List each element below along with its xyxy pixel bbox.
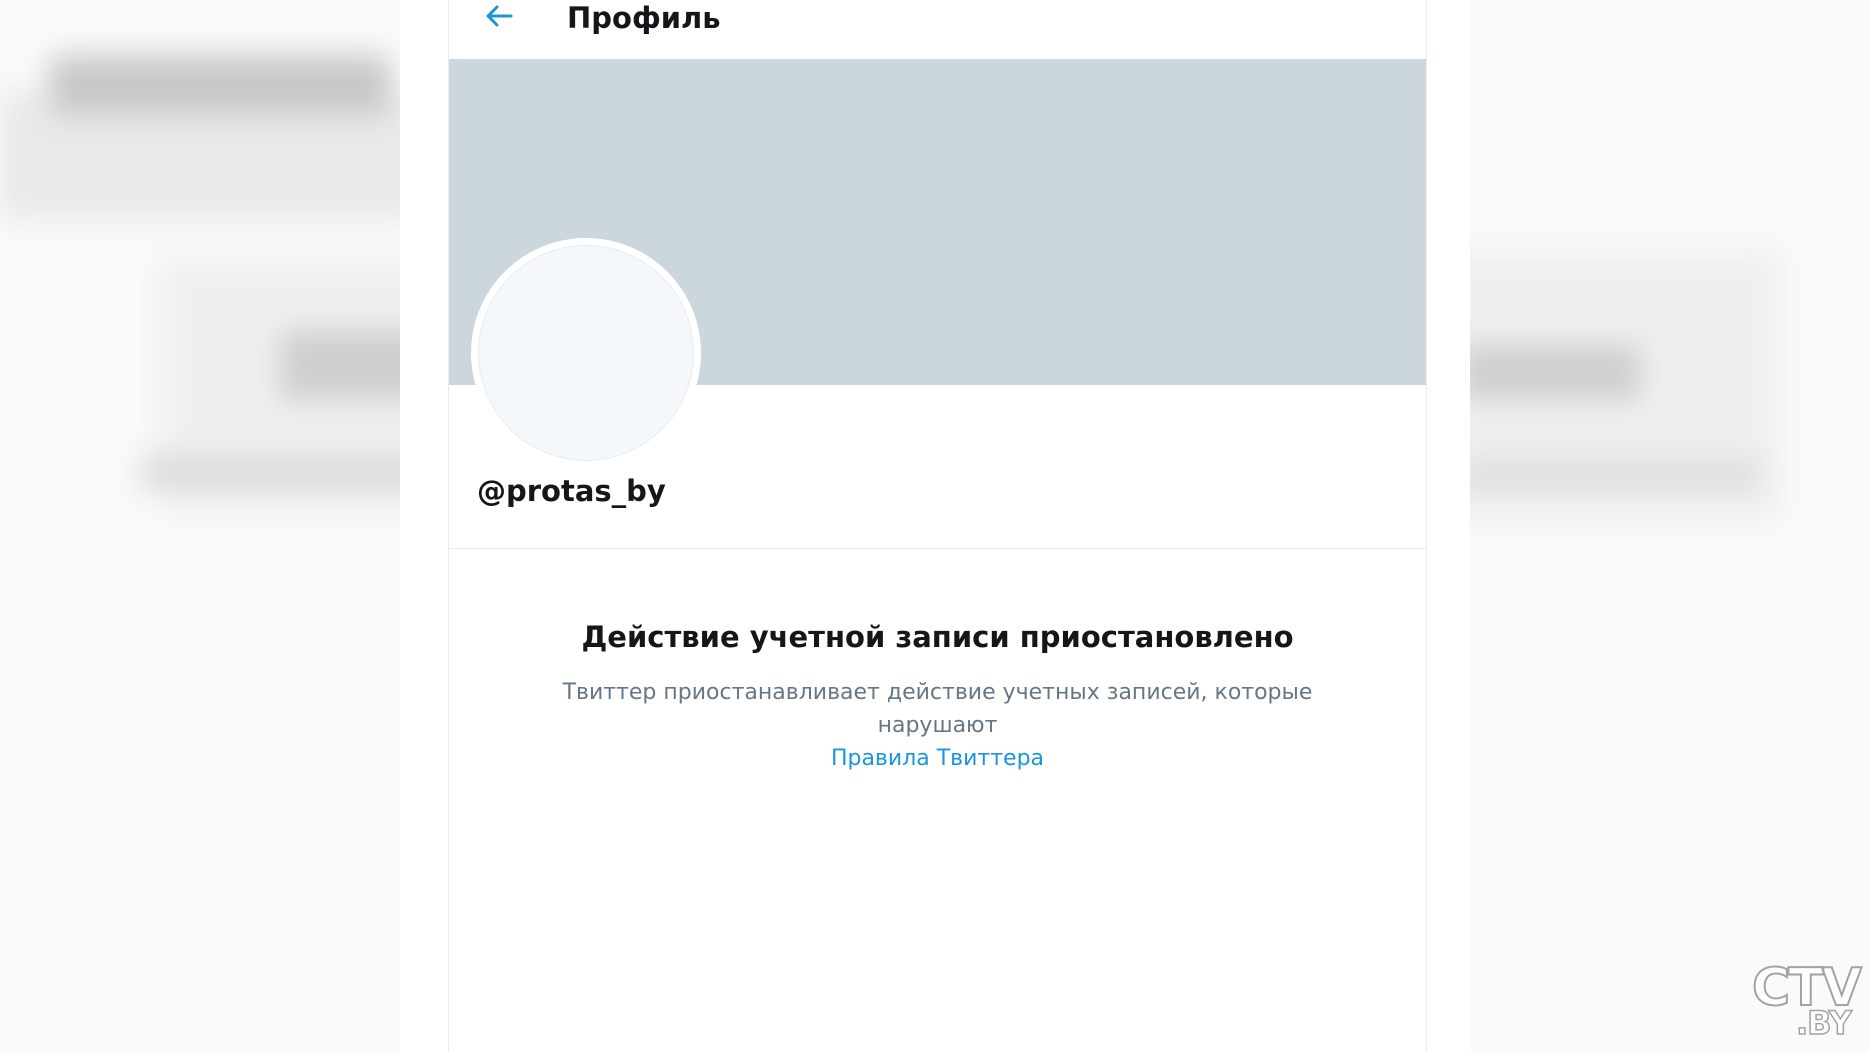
back-button[interactable] <box>479 0 519 34</box>
twitter-rules-link[interactable]: Правила Твиттера <box>831 746 1044 771</box>
suspended-title: Действие учетной записи приостановлено <box>581 620 1294 654</box>
page-title: Профиль <box>567 1 721 35</box>
profile-column: Профиль @protas_by Действие учетной запи… <box>448 0 1427 1052</box>
profile-page: Профиль @protas_by Действие учетной запи… <box>400 0 1470 1052</box>
divider <box>449 548 1426 549</box>
ctv-logo: CTV .BY <box>1751 961 1863 1042</box>
suspended-message: Твиттер приостанавливает действие учетны… <box>509 676 1366 775</box>
profile-header: Профиль <box>449 0 1426 58</box>
suspended-message-text: Твиттер приостанавливает действие учетны… <box>562 680 1313 738</box>
avatar[interactable] <box>471 238 701 468</box>
avatar-placeholder <box>478 245 694 461</box>
ctv-logo-domain: .BY <box>1795 1004 1852 1042</box>
profile-handle: @protas_by <box>477 474 666 508</box>
